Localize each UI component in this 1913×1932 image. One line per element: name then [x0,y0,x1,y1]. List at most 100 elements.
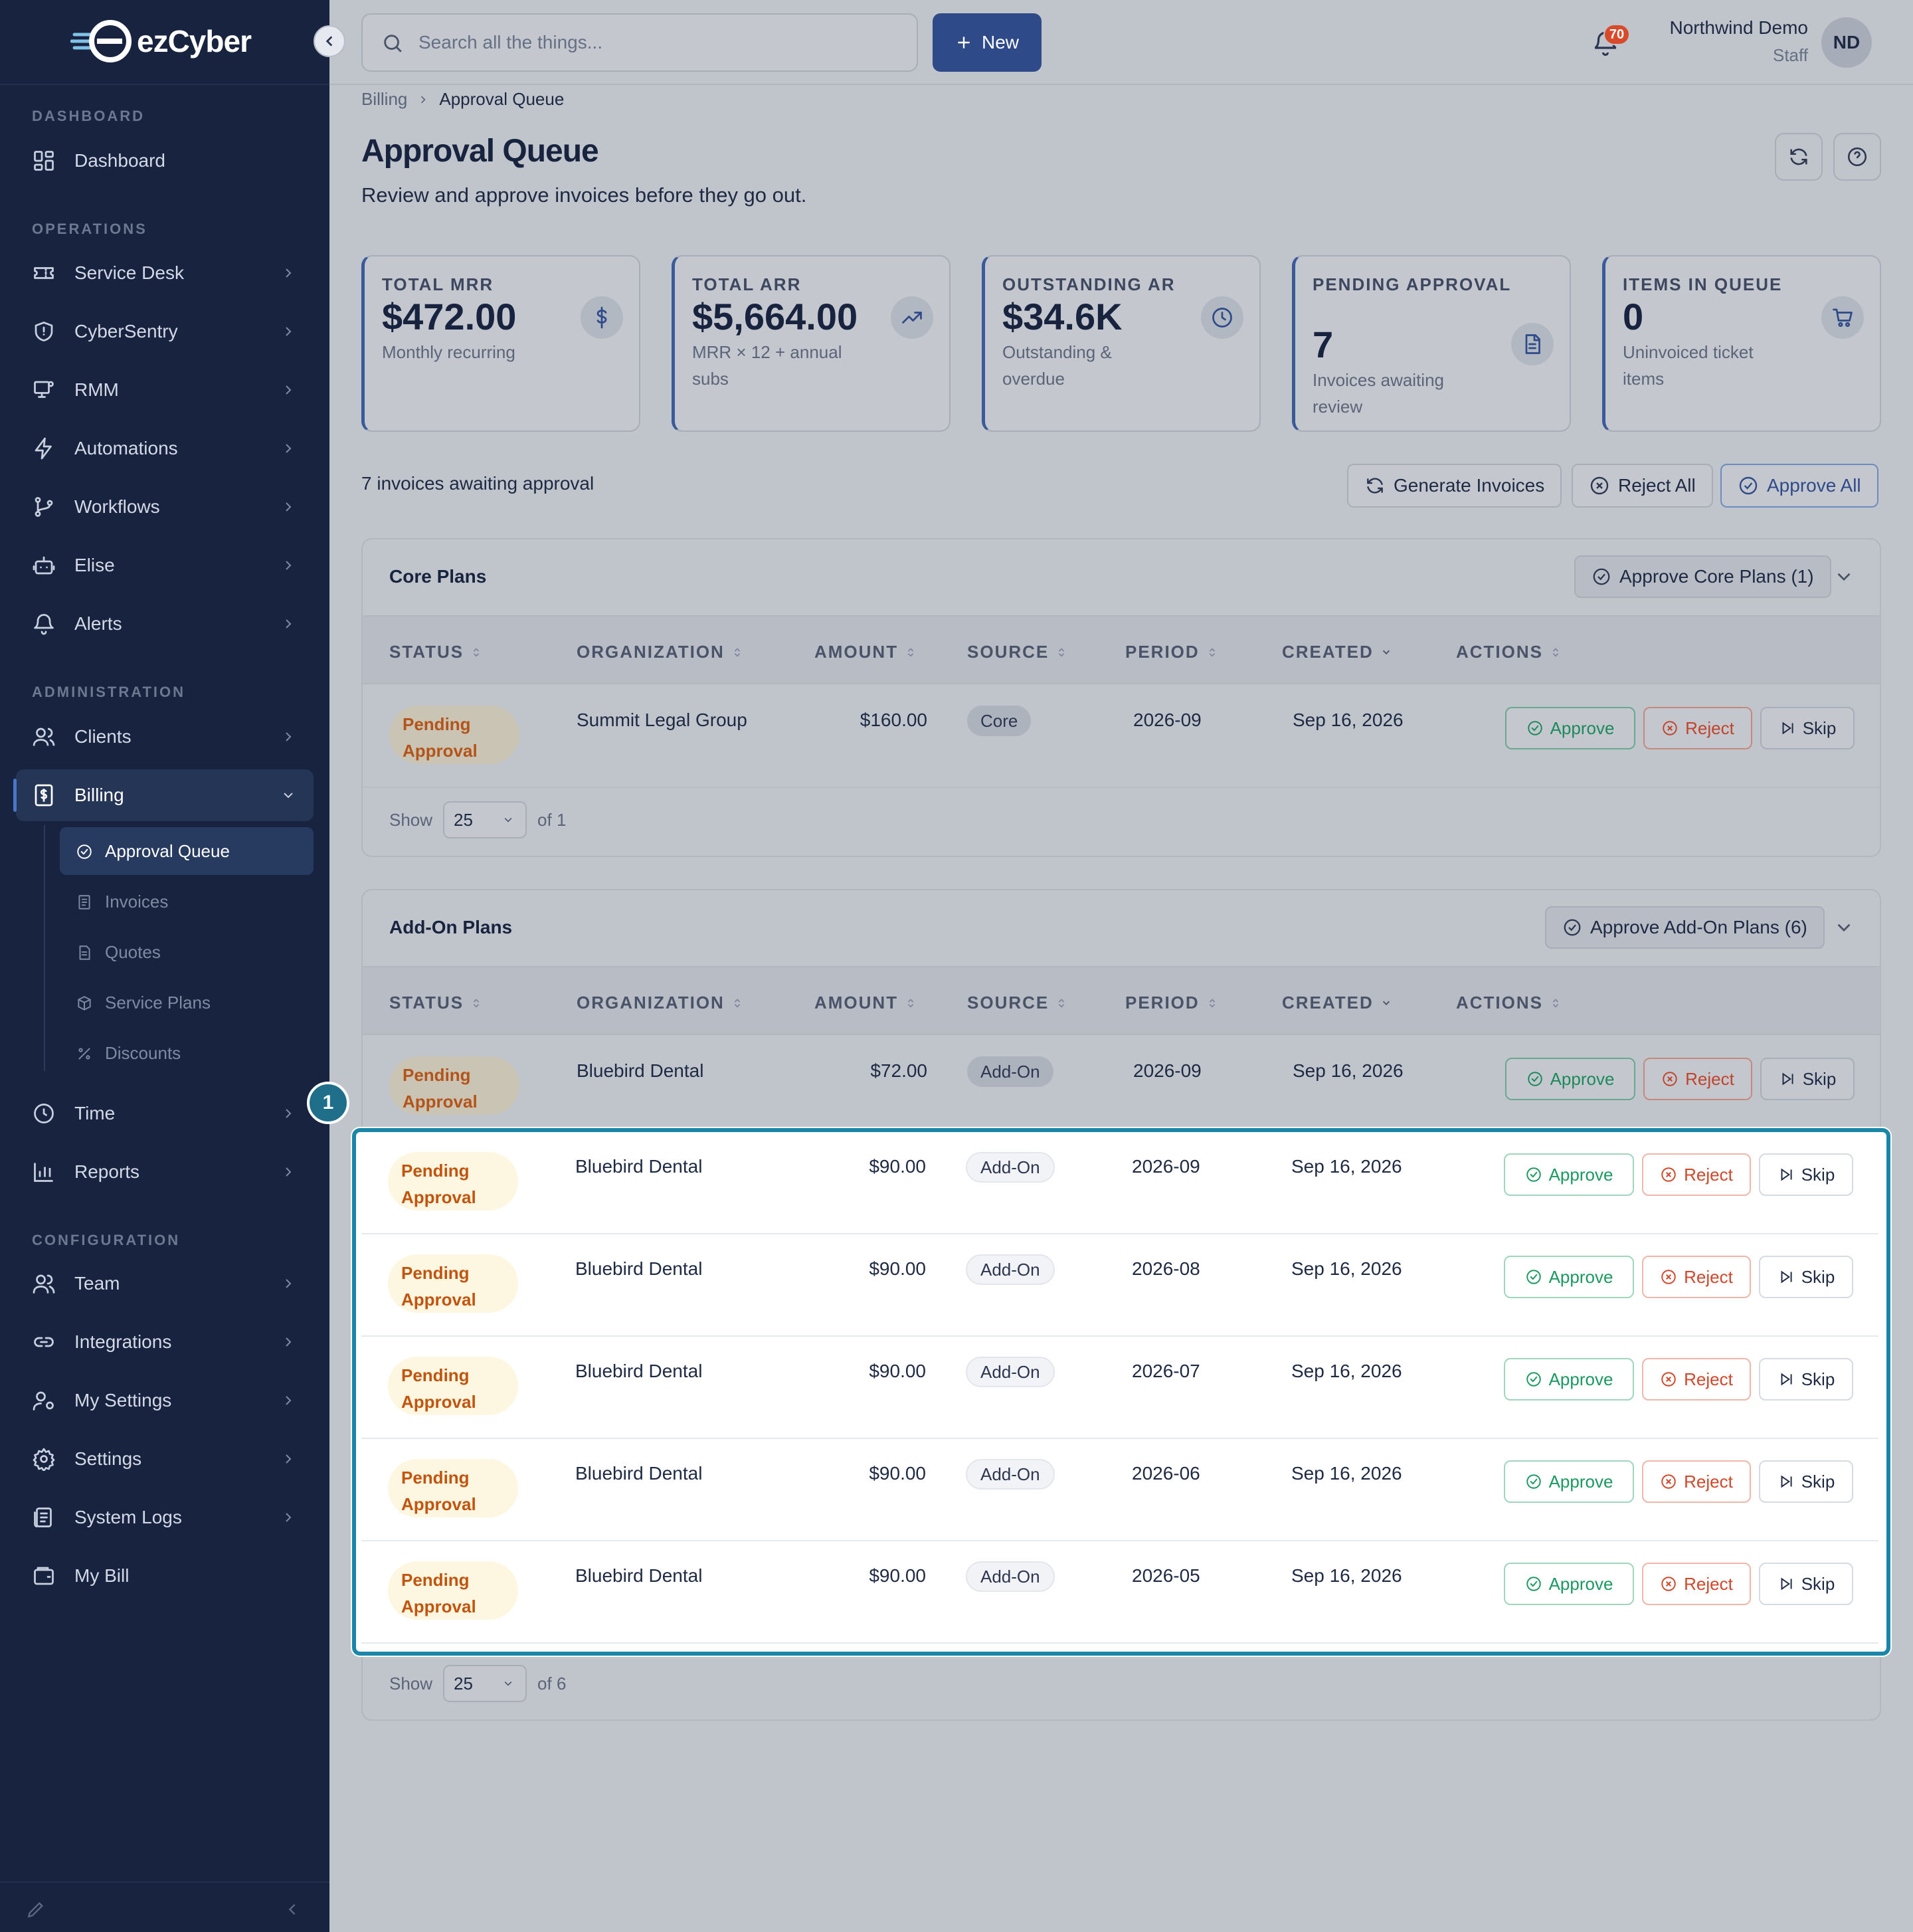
search-input[interactable] [418,15,897,70]
sidebar-collapse-button[interactable] [314,25,345,57]
page-size-select[interactable]: 25 [443,1665,527,1702]
reject-button[interactable]: Reject [1642,1256,1751,1298]
sidebar-item-dashboard[interactable]: Dashboard [16,135,314,187]
help-button[interactable] [1833,133,1881,181]
approve-button[interactable]: Approve [1504,1256,1634,1298]
sidebar-item-rmm[interactable]: RMM [16,364,314,416]
reject-button[interactable]: Reject [1643,1058,1752,1100]
approve-addon-plans-button[interactable]: Approve Add-On Plans (6) [1545,906,1825,949]
skip-button[interactable]: Skip [1759,1563,1853,1605]
sidebar-item-automations[interactable]: Automations [16,423,314,474]
sidebar-item-billing[interactable]: Billing [13,769,314,821]
sidebar-item-my-bill[interactable]: My Bill [16,1550,314,1602]
chevron-down-icon[interactable] [1835,567,1853,586]
skip-label: Skip [1802,718,1837,738]
avatar[interactable]: ND [1821,17,1872,68]
column-header-status[interactable]: STATUS [389,642,482,662]
reject-button[interactable]: Reject [1642,1460,1751,1503]
sidebar-subitem-quotes[interactable]: Quotes [60,928,314,976]
logo[interactable]: ezCyber [70,19,252,64]
sidebar-item-integrations[interactable]: Integrations [16,1316,314,1368]
reject-button[interactable]: Reject [1642,1153,1751,1196]
approve-button[interactable]: Approve [1504,1460,1634,1503]
sidebar-item-alerts[interactable]: Alerts [16,598,314,650]
column-header-period[interactable]: PERIOD [1125,993,1218,1013]
amount-cell: $90.00 [869,1463,926,1484]
column-header-created[interactable]: CREATED [1282,993,1392,1013]
skip-button[interactable]: Skip [1760,707,1855,749]
sidebar-item-reports[interactable]: Reports [16,1146,314,1198]
sidebar-item-time[interactable]: Time [16,1088,314,1139]
sidebar-item-workflows[interactable]: Workflows [16,481,314,533]
approve-button[interactable]: Approve [1504,1563,1634,1605]
sidebar-item-settings[interactable]: Settings [16,1433,314,1485]
search-box[interactable] [361,13,918,72]
column-header-status[interactable]: STATUS [389,993,482,1013]
approve-button[interactable]: Approve [1505,707,1635,749]
column-header-created[interactable]: CREATED [1282,642,1392,662]
page-size-select[interactable]: 25 [443,801,527,838]
column-header-amount[interactable]: AMOUNT [814,642,917,662]
reject-all-button[interactable]: Reject All [1572,464,1713,508]
sidebar-item-service-desk[interactable]: Service Desk [16,247,314,299]
approve-button[interactable]: Approve [1504,1358,1634,1401]
table-row[interactable]: Pending Approval Bluebird Dental $90.00 … [361,1541,1878,1644]
approve-all-button[interactable]: Approve All [1720,464,1878,508]
skip-button[interactable]: Skip [1759,1256,1853,1298]
sidebar-item-my-settings[interactable]: My Settings [16,1375,314,1426]
table-row[interactable]: Pending Approval Bluebird Dental $72.00 … [363,1036,1880,1139]
organization-cell[interactable]: Bluebird Dental [575,1258,702,1280]
skip-button[interactable]: Skip [1759,1358,1853,1401]
reject-button[interactable]: Reject [1642,1563,1751,1605]
generate-invoices-button[interactable]: Generate Invoices [1347,464,1562,508]
organization-cell[interactable]: Bluebird Dental [577,1060,703,1082]
column-header-actions[interactable]: ACTIONS [1456,993,1562,1013]
pencil-icon[interactable] [25,1899,46,1920]
approve-button[interactable]: Approve [1505,1058,1635,1100]
skip-button[interactable]: Skip [1760,1058,1855,1100]
sidebar-subitem-service-plans[interactable]: Service Plans [60,979,314,1026]
reject-button[interactable]: Reject [1643,707,1752,749]
notification-count-badge[interactable]: 70 [1603,24,1630,45]
breadcrumb-billing[interactable]: Billing [361,89,407,110]
section-configuration: CONFIGURATION [32,1232,181,1248]
column-header-organization[interactable]: ORGANIZATION [577,642,743,662]
skip-button[interactable]: Skip [1759,1460,1853,1503]
organization-cell[interactable]: Bluebird Dental [575,1361,702,1382]
column-header-source[interactable]: SOURCE [967,993,1067,1013]
table-row[interactable]: Pending Approval Bluebird Dental $90.00 … [361,1132,1878,1234]
table-row[interactable]: Pending Approval Bluebird Dental $90.00 … [361,1337,1878,1439]
bar-chart-icon [34,1163,53,1182]
organization-cell[interactable]: Bluebird Dental [575,1463,702,1484]
sidebar-item-clients[interactable]: Clients [16,711,314,763]
reject-button[interactable]: Reject [1642,1358,1751,1401]
new-button[interactable]: New [933,13,1042,72]
sidebar-subitem-approval-queue[interactable]: Approval Queue [60,827,314,875]
column-header-amount[interactable]: AMOUNT [814,993,917,1013]
skip-button[interactable]: Skip [1759,1153,1853,1196]
sidebar-subitem-invoices[interactable]: Invoices [60,878,314,925]
sidebar-item-team[interactable]: Team [16,1258,314,1309]
organization-cell[interactable]: Summit Legal Group [577,710,747,731]
stat-card-total-mrr: TOTAL MRR $472.00 Monthly recurring [361,255,640,432]
table-row[interactable]: Pending Approval Summit Legal Group $160… [363,686,1880,788]
sidebar-item-elise[interactable]: Elise [16,539,314,591]
sidebar-item-cybersentry[interactable]: CyberSentry [16,306,314,357]
column-header-actions[interactable]: ACTIONS [1456,642,1562,662]
sidebar-item-system-logs[interactable]: System Logs [16,1492,314,1543]
organization-cell[interactable]: Bluebird Dental [575,1565,702,1587]
table-row[interactable]: Pending Approval Bluebird Dental $90.00 … [361,1439,1878,1541]
sidebar-subitem-discounts[interactable]: Discounts [60,1029,314,1077]
column-header-organization[interactable]: ORGANIZATION [577,993,743,1013]
column-header-period[interactable]: PERIOD [1125,642,1218,662]
approve-button[interactable]: Approve [1504,1153,1634,1196]
chevron-down-icon[interactable] [1835,918,1853,937]
check-circle-icon [1527,721,1542,735]
column-header-source[interactable]: SOURCE [967,642,1067,662]
table-row[interactable]: Pending Approval Bluebird Dental $90.00 … [361,1234,1878,1337]
approve-core-plans-button[interactable]: Approve Core Plans (1) [1574,555,1831,598]
chevron-left-icon[interactable] [284,1901,300,1917]
refresh-button[interactable] [1775,133,1823,181]
organization-cell[interactable]: Bluebird Dental [575,1156,702,1177]
user-name[interactable]: Northwind Demo [1669,17,1808,39]
